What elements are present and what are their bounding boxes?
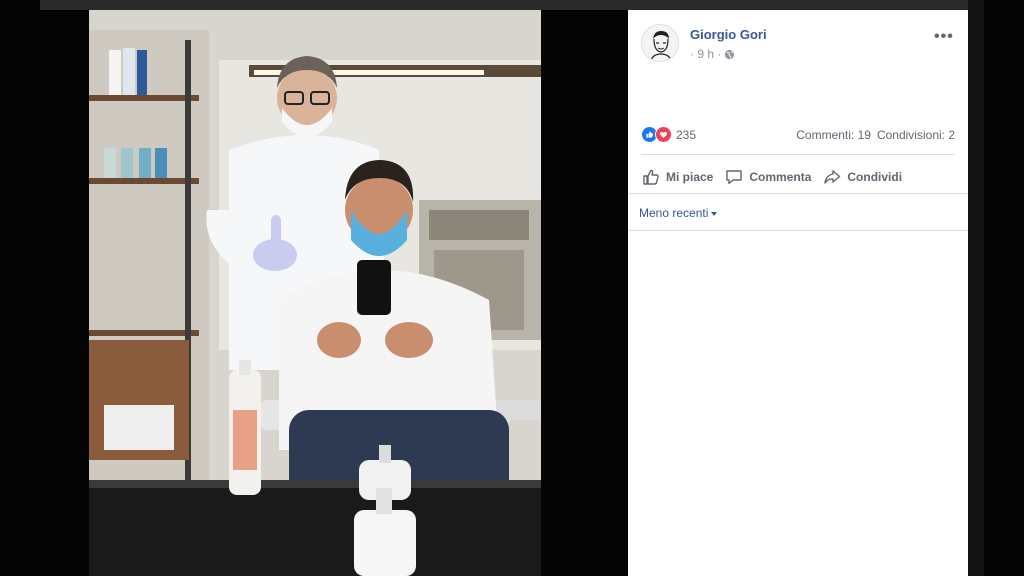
post-actions: Mi piace Commenta Condividi [628,162,968,192]
actions-divider [628,193,968,194]
reaction-count: 235 [676,127,697,142]
like-button[interactable]: Mi piace [642,168,713,186]
sort-divider [628,230,968,231]
comment-sort-label: Meno recenti [639,206,709,220]
post-stats: 235 Commenti: 19 Condivisioni: 2 [641,124,955,146]
chevron-down-icon [711,211,718,216]
post-side-panel: Giorgio Gori · 9 h · ••• 235 Commenti: 1… [628,10,968,576]
comment-button-label: Commenta [749,170,812,184]
love-reaction-icon [655,126,672,143]
comments-count-link[interactable]: Commenti: 19 [796,128,871,142]
post-meta: · 9 h · [690,47,735,61]
backdrop-top-bar [40,0,984,10]
more-options-button[interactable]: ••• [934,28,954,46]
shares-count-link[interactable]: Condivisioni: 2 [877,128,955,142]
stats-divider [641,154,955,155]
barbershop-selfie-image [89,10,541,576]
globe-icon[interactable] [724,49,735,60]
share-arrow-icon [824,170,841,184]
author-avatar[interactable] [641,24,679,62]
post-time[interactable]: · 9 h · [690,47,721,61]
share-button[interactable]: Condividi [823,168,902,186]
post-photo[interactable] [89,10,541,576]
comment-bubble-icon [726,170,743,185]
share-button-label: Condividi [847,170,903,184]
avatar-drawing-icon [642,25,678,61]
reactions-summary[interactable]: 235 [641,126,696,143]
like-button-label: Mi piace [666,170,714,184]
backdrop-scroll-area [968,0,984,576]
comment-button[interactable]: Commenta [725,168,811,186]
post-header: Giorgio Gori · 9 h · ••• [628,10,968,70]
author-name-link[interactable]: Giorgio Gori [690,27,767,42]
comment-sort-dropdown[interactable]: Meno recenti [639,206,718,220]
stats-right: Commenti: 19 Condivisioni: 2 [796,128,955,142]
thumbs-up-icon [643,169,659,185]
